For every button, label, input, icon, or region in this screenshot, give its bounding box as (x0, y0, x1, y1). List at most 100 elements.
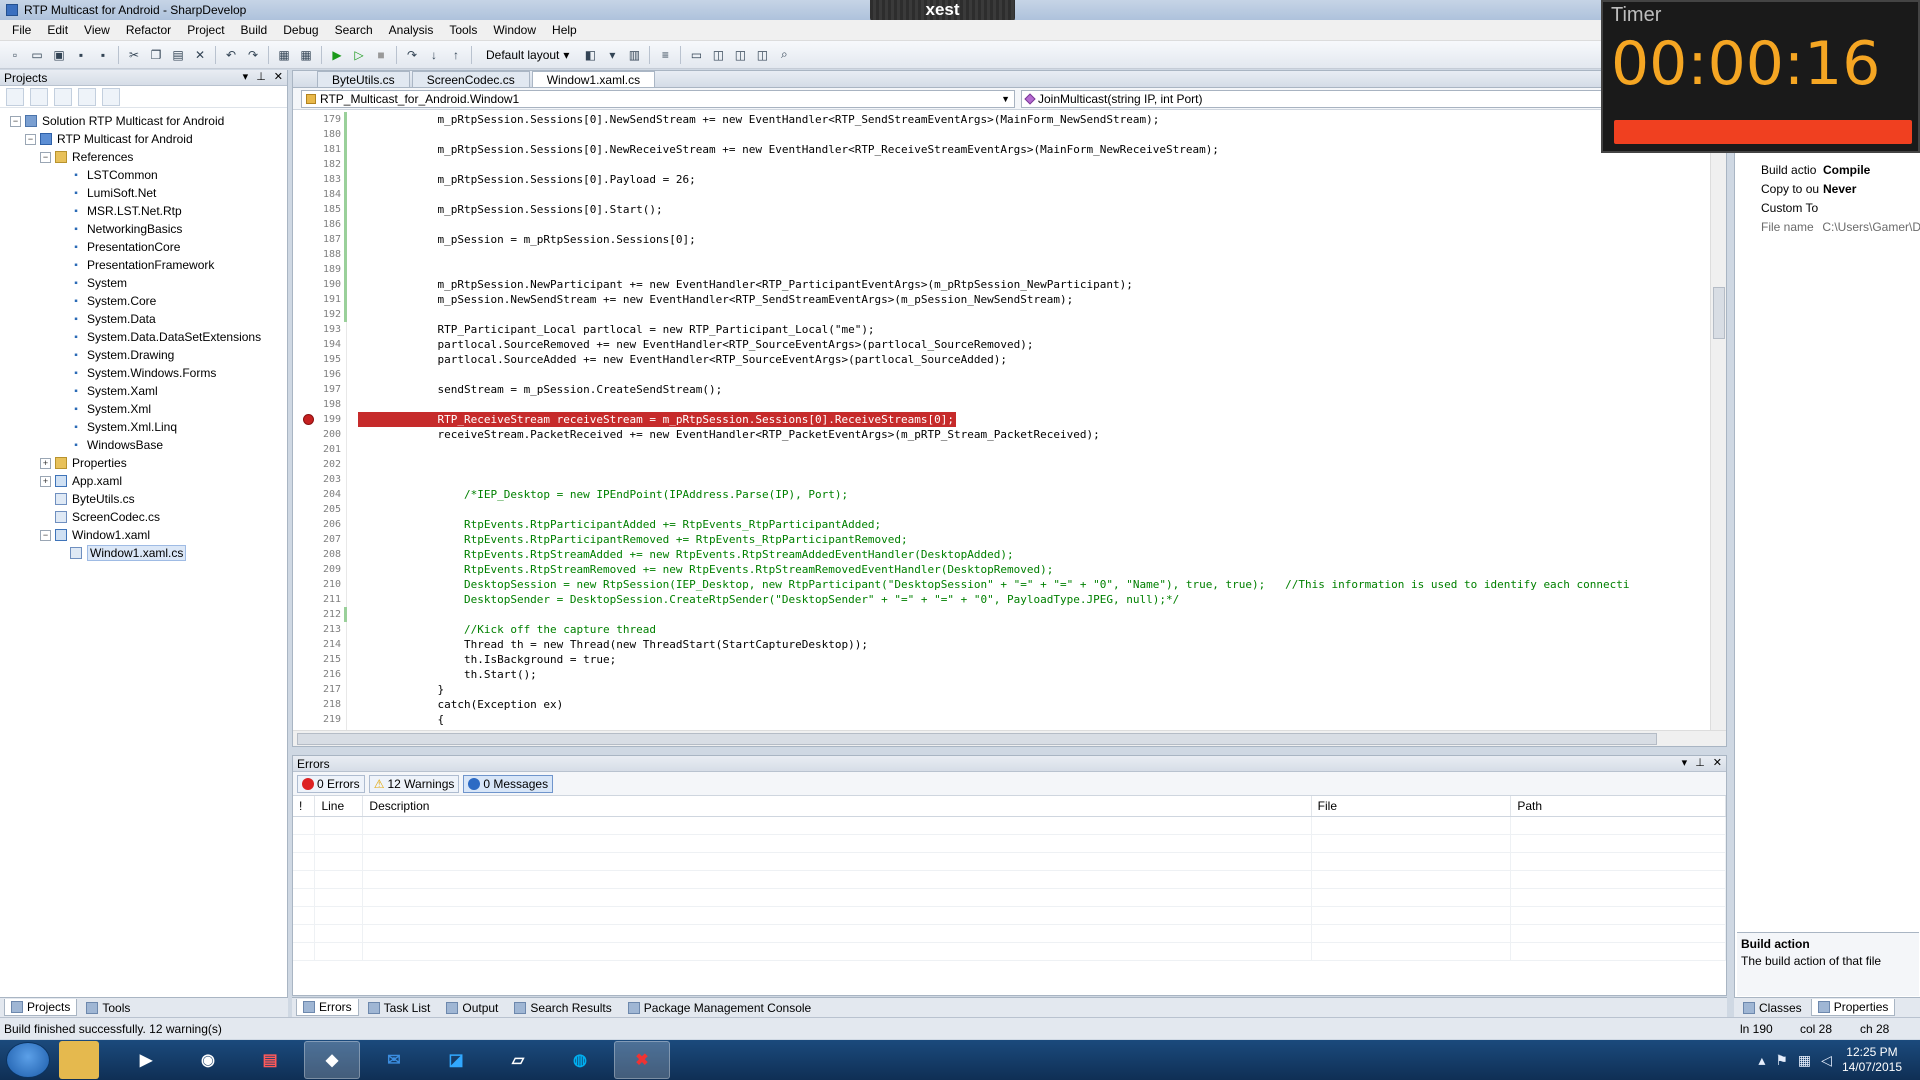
tab-errors[interactable]: Errors (296, 999, 359, 1016)
tree-item[interactable]: − RTP Multicast for Android (0, 130, 287, 148)
code-line[interactable]: 209 RtpEvents.RtpStreamRemoved += new Rt… (293, 562, 1701, 577)
column-header[interactable]: ! (293, 796, 316, 817)
tree-item[interactable]: ▪ PresentationCore (0, 238, 287, 256)
open-project-icon[interactable]: ▣ (50, 46, 68, 64)
timer-overlay[interactable]: Timer 00:00:16 (1601, 0, 1920, 153)
code-line[interactable]: 208 RtpEvents.RtpStreamAdded += new RtpE… (293, 547, 1701, 562)
tree-item[interactable]: ▪ System.Core (0, 292, 287, 310)
menu-refactor[interactable]: Refactor (118, 23, 179, 37)
file-explorer-icon[interactable] (59, 1041, 99, 1079)
add-existing-item-icon[interactable] (102, 87, 120, 106)
chevron-down-icon[interactable]: ▾ (603, 46, 621, 64)
open-folder-icon[interactable]: ▭ (28, 46, 46, 64)
volume-icon[interactable]: ◁ (1821, 1052, 1832, 1069)
code-line[interactable]: 213 //Kick off the capture thread (293, 622, 1701, 637)
show-warnings-button[interactable]: ⚠ 12 Warnings (368, 774, 460, 793)
notepad-icon[interactable]: ▱ (490, 1041, 546, 1079)
code-line[interactable]: 196 (293, 367, 1701, 382)
tree-item[interactable]: ▪ WindowsBase (0, 436, 287, 454)
show-all-files-icon[interactable] (30, 87, 48, 106)
expand-icon[interactable]: + (40, 457, 51, 469)
code-line[interactable]: 179 m_pRtpSession.Sessions[0].NewSendStr… (293, 112, 1701, 127)
media-player-icon[interactable]: ▶ (118, 1041, 174, 1079)
tree-item[interactable]: ▪ System.Data.DataSetExtensions (0, 328, 287, 346)
properties-icon[interactable] (78, 87, 96, 106)
step-into-icon[interactable]: ↓ (425, 46, 443, 64)
toggle-layout-icon[interactable]: ◧ (581, 46, 599, 64)
tree-item[interactable]: ▪ System.Xaml (0, 382, 287, 400)
code-line[interactable]: 182 (293, 157, 1701, 172)
menu-analysis[interactable]: Analysis (381, 23, 442, 37)
collapse-icon[interactable]: − (25, 133, 36, 145)
xest-app-icon[interactable]: ✖ (614, 1041, 670, 1079)
sharpdevelop-icon[interactable]: ◆ (304, 1041, 360, 1079)
code-line[interactable]: 200 receiveStream.PacketReceived += new … (293, 427, 1701, 442)
code-line[interactable]: 203 (293, 472, 1701, 487)
flag-icon[interactable]: ⚑ (1775, 1052, 1788, 1069)
tab-classes[interactable]: Classes (1736, 999, 1809, 1017)
step-over-icon[interactable]: ↷ (403, 46, 421, 64)
code-line[interactable]: 215 th.IsBackground = true; (293, 652, 1701, 667)
code-line[interactable]: 192 (293, 307, 1701, 322)
indent-icon[interactable]: ≡ (656, 46, 674, 64)
code-line[interactable]: 205 (293, 502, 1701, 517)
expand-icon[interactable]: + (40, 475, 51, 487)
column-header[interactable]: Path (1510, 796, 1726, 817)
property-row[interactable]: File name C:\Users\Gamer\D (1761, 218, 1920, 236)
network-icon[interactable]: ▦ (1798, 1052, 1811, 1069)
pane-menu-icon[interactable]: ▾ (1682, 756, 1688, 769)
outlook-icon[interactable]: ✉ (366, 1041, 422, 1079)
skype-icon[interactable]: ◍ (552, 1041, 608, 1079)
code-line[interactable]: 197 sendStream = m_pSession.CreateSendSt… (293, 382, 1701, 397)
code-line[interactable]: 214 Thread th = new Thread(new ThreadSta… (293, 637, 1701, 652)
build-project-icon[interactable]: ▦ (297, 46, 315, 64)
code-line[interactable]: 206 RtpEvents.RtpParticipantAdded += Rtp… (293, 517, 1701, 532)
tab-projects[interactable]: Projects (4, 999, 78, 1016)
tree-item[interactable]: ▪ System.Data (0, 310, 287, 328)
code-line[interactable]: 191 m_pSession.NewSendStream += new Even… (293, 292, 1701, 307)
tab-package-management-console[interactable]: Package Management Console (621, 999, 818, 1017)
scrollbar-thumb[interactable] (1713, 287, 1725, 339)
tree-item[interactable]: − References (0, 148, 287, 166)
tree-item[interactable]: − Solution RTP Multicast for Android (0, 112, 287, 130)
code-line[interactable]: 185 m_pRtpSession.Sessions[0].Start(); (293, 202, 1701, 217)
tree-item[interactable]: ▪ NetworkingBasics (0, 220, 287, 238)
run-without-debugger-icon[interactable]: ▷ (350, 46, 368, 64)
taskbar-clock[interactable]: 12:25 PM 14/07/2015 (1842, 1045, 1902, 1075)
code-line[interactable]: 184 (293, 187, 1701, 202)
collapse-icon[interactable]: − (10, 115, 21, 127)
show-hidden-icons-icon[interactable]: ▴ (1758, 1052, 1765, 1069)
column-header[interactable]: Description (362, 796, 1312, 817)
tree-item[interactable]: ▪ System.Xml.Linq (0, 418, 287, 436)
code-line[interactable]: 201 (293, 442, 1701, 457)
tree-item[interactable]: Window1.xaml.cs (0, 544, 287, 562)
prev-bookmark-icon[interactable]: ◫ (709, 46, 727, 64)
document-tab[interactable]: ScreenCodec.cs (411, 71, 530, 87)
redo-icon[interactable]: ↷ (244, 46, 262, 64)
xest-overlay-bar[interactable]: xest (870, 0, 1015, 22)
tree-item[interactable]: ▪ LSTCommon (0, 166, 287, 184)
chrome-icon[interactable]: ◉ (180, 1041, 236, 1079)
code-line[interactable]: 181 m_pRtpSession.Sessions[0].NewReceive… (293, 142, 1701, 157)
stop-icon[interactable]: ■ (372, 46, 390, 64)
code-line[interactable]: 183 m_pRtpSession.Sessions[0].Payload = … (293, 172, 1701, 187)
code-line[interactable]: 194 partlocal.SourceRemoved += new Event… (293, 337, 1701, 352)
undo-icon[interactable]: ↶ (222, 46, 240, 64)
menu-help[interactable]: Help (544, 23, 585, 37)
code-line[interactable]: 195 partlocal.SourceAdded += new EventHa… (293, 352, 1701, 367)
save-icon[interactable]: ▪ (72, 46, 90, 64)
comment-icon[interactable]: ▥ (625, 46, 643, 64)
code-line[interactable]: 193 RTP_Participant_Local partlocal = ne… (293, 322, 1701, 337)
menu-project[interactable]: Project (179, 23, 232, 37)
code-line[interactable]: 198 (293, 397, 1701, 412)
code-line[interactable]: 212 (293, 607, 1701, 622)
code-line[interactable]: 207 RtpEvents.RtpParticipantRemoved += R… (293, 532, 1701, 547)
run-icon[interactable]: ▶ (328, 46, 346, 64)
menu-window[interactable]: Window (485, 23, 544, 37)
close-icon[interactable]: ✕ (1713, 756, 1722, 769)
close-icon[interactable]: ✕ (274, 70, 283, 83)
collapse-icon[interactable]: − (40, 151, 51, 163)
document-tab[interactable]: ByteUtils.cs (317, 71, 410, 87)
editor-vertical-scrollbar[interactable] (1710, 112, 1726, 730)
editor-horizontal-scrollbar[interactable] (293, 730, 1726, 746)
